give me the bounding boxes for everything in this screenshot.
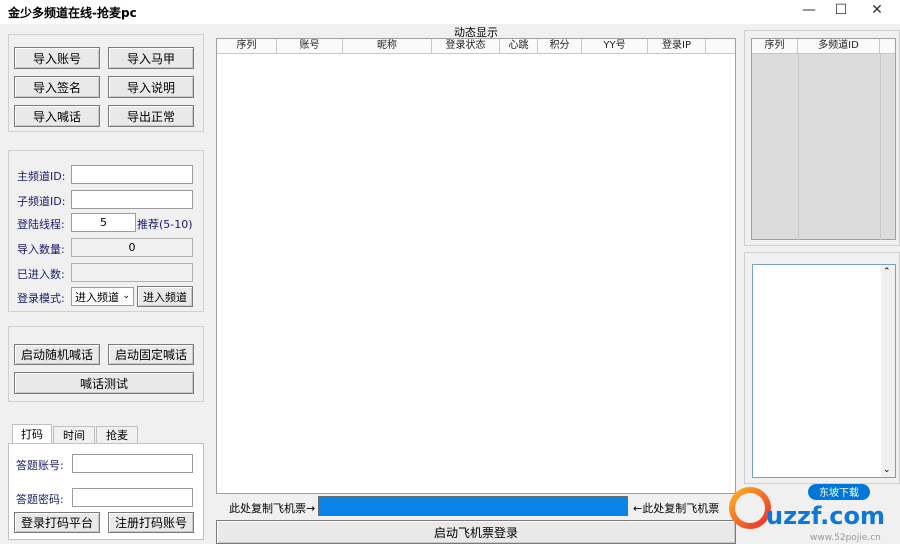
multi-channel-header: 序列 多频道ID <box>752 39 895 54</box>
captcha-password-label: 答题密码: <box>16 493 64 506</box>
tab-grab-mic[interactable]: 抢麦 <box>96 426 138 443</box>
sub-channel-input[interactable] <box>71 190 193 209</box>
register-captcha-account-button[interactable]: 注册打码账号 <box>108 512 194 533</box>
login-mode-value: 进入频道 <box>75 290 119 304</box>
captcha-account-label: 答题账号: <box>16 459 64 472</box>
entered-count-field <box>71 263 193 282</box>
threads-hint: 推荐(5-10) <box>137 218 193 231</box>
ticket-left-hint: 此处复制飞机票→ <box>229 502 316 515</box>
captcha-account-input[interactable] <box>72 454 193 473</box>
log-textarea[interactable]: ⌃ ⌄ <box>752 264 896 478</box>
import-accounts-button[interactable]: 导入账号 <box>14 47 100 69</box>
scroll-up-icon[interactable]: ⌃ <box>883 267 891 277</box>
column-header-nickname[interactable]: 昵称 <box>343 39 432 53</box>
ticket-right-hint: ←此处复制飞机票 <box>633 502 720 515</box>
login-mode-label: 登录模式: <box>17 292 65 305</box>
start-random-shout-button[interactable]: 启动随机喊话 <box>14 344 100 365</box>
column-header-multi-channel-id[interactable]: 多频道ID <box>798 39 880 53</box>
enter-channel-button[interactable]: 进入频道 <box>137 286 193 307</box>
shout-test-button[interactable]: 喊话测试 <box>14 372 194 394</box>
main-channel-label: 主频道ID: <box>17 170 66 183</box>
window-title: 金少多频道在线-抢麦pc <box>8 6 137 20</box>
multi-channel-grid[interactable]: 序列 多频道ID <box>751 38 896 240</box>
tab-captcha[interactable]: 打码 <box>12 424 52 443</box>
grid-divider <box>880 54 881 240</box>
column-header-index-right[interactable]: 序列 <box>752 39 798 53</box>
entered-count-label: 已进入数: <box>17 268 65 281</box>
column-header-account[interactable]: 账号 <box>277 39 343 53</box>
import-signatures-button[interactable]: 导入签名 <box>14 76 100 98</box>
import-shouts-button[interactable]: 导入喊话 <box>14 105 100 127</box>
chevron-down-icon: ⌄ <box>122 291 130 301</box>
threads-input[interactable]: 5 <box>71 213 136 232</box>
column-header-index[interactable]: 序列 <box>217 39 277 53</box>
watermark-logo-graphic: 东坡下载 uzzf.com www.52pojie.cn <box>729 484 885 543</box>
dynamic-list[interactable]: 序列 账号 昵称 登录状态 心跳 积分 YY号 登录IP <box>216 38 736 494</box>
start-fixed-shout-button[interactable]: 启动固定喊话 <box>108 344 194 365</box>
login-mode-select[interactable]: 进入频道 ⌄ <box>71 287 134 306</box>
log-scrollbar[interactable]: ⌃ ⌄ <box>881 265 895 477</box>
import-vests-button[interactable]: 导入马甲 <box>108 47 194 69</box>
column-header-login-ip[interactable]: 登录IP <box>648 39 706 53</box>
watermark-logo: 东坡下载 uzzf.com www.52pojie.cn <box>726 480 900 544</box>
column-header-points[interactable]: 积分 <box>538 39 582 53</box>
column-header-login-status[interactable]: 登录状态 <box>432 39 500 53</box>
start-ticket-login-button[interactable]: 启动飞机票登录 <box>216 520 736 544</box>
tab-time[interactable]: 时间 <box>53 426 95 443</box>
column-header-heartbeat[interactable]: 心跳 <box>500 39 538 53</box>
scroll-down-icon[interactable]: ⌄ <box>883 465 891 475</box>
captcha-password-input[interactable] <box>72 488 193 507</box>
column-header-yy-number[interactable]: YY号 <box>582 39 648 53</box>
threads-label: 登陆线程: <box>17 218 65 231</box>
watermark-brand: uzzf.com <box>766 502 885 530</box>
export-normal-button[interactable]: 导出正常 <box>108 105 194 127</box>
ticket-input[interactable] <box>318 496 628 516</box>
main-channel-input[interactable] <box>71 165 193 184</box>
import-count-field: 0 <box>71 238 193 257</box>
sub-channel-label: 子频道ID: <box>17 195 66 208</box>
import-descriptions-button[interactable]: 导入说明 <box>108 76 194 98</box>
import-count-label: 导入数量: <box>17 243 65 256</box>
dynamic-list-header: 序列 账号 昵称 登录状态 心跳 积分 YY号 登录IP <box>217 39 735 54</box>
watermark-tag: 东坡下载 <box>819 486 859 499</box>
watermark-url: www.52pojie.cn <box>810 533 881 543</box>
grid-divider <box>798 54 799 240</box>
login-captcha-platform-button[interactable]: 登录打码平台 <box>14 512 100 533</box>
close-button[interactable]: ✕ <box>854 0 900 20</box>
